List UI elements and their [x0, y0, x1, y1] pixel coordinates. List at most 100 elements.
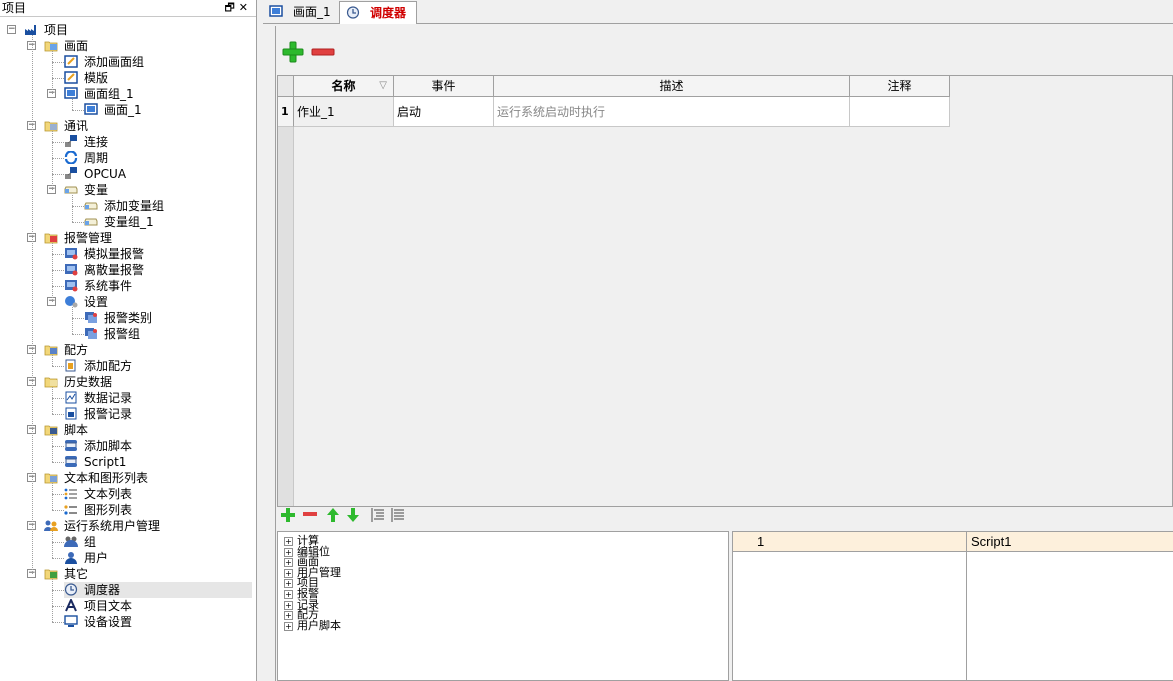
- remove-function-button[interactable]: [302, 512, 318, 517]
- tree-item[interactable]: Script1: [64, 454, 252, 470]
- column-header-event[interactable]: 事件: [394, 76, 494, 97]
- close-icon[interactable]: ✕: [239, 1, 252, 14]
- editor-tabs: 画面_1 调度器: [263, 0, 1173, 24]
- recipe-folder-icon: [44, 345, 58, 356]
- tree-item[interactable]: 数据记录: [64, 390, 252, 406]
- function-category[interactable]: + 用户脚本: [284, 620, 341, 631]
- cell-name[interactable]: 作业_1: [294, 97, 394, 127]
- tree-item[interactable]: 画面: [44, 38, 252, 54]
- tree-connector: [52, 510, 64, 511]
- tree-item[interactable]: 变量组_1: [84, 214, 252, 230]
- tree-connector: [72, 110, 84, 111]
- alarm-group-icon: [85, 328, 97, 339]
- script-icon: [65, 456, 77, 467]
- tree-item-label: 报警管理: [64, 231, 113, 245]
- sort-filter-icon[interactable]: ▽: [379, 76, 387, 96]
- function-index: 1: [733, 532, 967, 552]
- tree-item[interactable]: 添加配方: [64, 358, 252, 374]
- tree-item[interactable]: 添加画面组: [64, 54, 252, 70]
- tree-item[interactable]: 通讯: [44, 118, 252, 134]
- grid-corner: [278, 76, 294, 97]
- move-down-button[interactable]: [346, 507, 360, 523]
- cell-description[interactable]: 运行系统启动时执行: [494, 97, 850, 127]
- tree-item[interactable]: 报警类别: [84, 310, 252, 326]
- tree-expander[interactable]: −: [7, 25, 16, 34]
- function-name[interactable]: Script1: [967, 532, 1173, 552]
- tab-scheduler[interactable]: 调度器: [339, 1, 417, 24]
- remove-job-button[interactable]: [311, 48, 335, 56]
- function-list-divider: [733, 552, 967, 680]
- expand-all-icon[interactable]: [390, 507, 406, 523]
- tree-item[interactable]: 报警管理: [44, 230, 252, 246]
- tree-item[interactable]: 图形列表: [64, 502, 252, 518]
- communication-folder-icon: [44, 121, 58, 132]
- tree-guide-line: [52, 579, 53, 622]
- tree-item-label: OPCUA: [84, 167, 127, 181]
- tree-item[interactable]: 文本列表: [64, 486, 252, 502]
- tree-guide-line: [72, 195, 73, 222]
- tree-connector: [52, 542, 64, 543]
- float-window-icon[interactable]: 🗗: [224, 1, 238, 14]
- add-script-icon: [65, 440, 77, 451]
- tree-item-label: 组: [84, 535, 97, 549]
- tree-item[interactable]: 运行系统用户管理: [44, 518, 252, 534]
- add-recipe-icon: [65, 359, 76, 372]
- tree-item-label: 文本和图形列表: [64, 471, 149, 485]
- cell-comment[interactable]: [850, 97, 950, 127]
- column-header-description[interactable]: 描述: [494, 76, 850, 97]
- tree-item[interactable]: 配方: [44, 342, 252, 358]
- factory-icon: [25, 25, 36, 35]
- tree-item-label: 配方: [64, 343, 89, 357]
- add-screen-icon: [64, 55, 78, 68]
- data-log-icon: [65, 391, 77, 404]
- scheduler-grid: 名称 ▽ 事件 描述 注释 1 作业_1 启动 运行系统启动时执行: [277, 75, 1173, 507]
- tree-connector: [52, 142, 64, 143]
- tree-item[interactable]: 系统事件: [64, 278, 252, 294]
- tree-item[interactable]: 周期: [64, 150, 252, 166]
- collapse-all-icon[interactable]: [370, 507, 386, 523]
- tree-item[interactable]: 组: [64, 534, 252, 550]
- tree-item-label: Script1: [84, 455, 127, 469]
- tree-item[interactable]: 画面_1: [84, 102, 252, 118]
- graphic-list-icon: [64, 505, 77, 515]
- tree-item[interactable]: 用户: [64, 550, 252, 566]
- tree-item[interactable]: 项目: [24, 22, 252, 38]
- tree-item[interactable]: 调度器: [64, 582, 252, 598]
- tree-item[interactable]: 模拟量报警: [64, 246, 252, 262]
- tree-item[interactable]: 设置: [64, 294, 252, 310]
- tree-item[interactable]: 变量: [64, 182, 252, 198]
- tree-item[interactable]: 添加脚本: [64, 438, 252, 454]
- tree-connector: [52, 446, 64, 447]
- add-job-button[interactable]: [282, 41, 304, 63]
- function-category-label: 用户脚本: [297, 618, 341, 632]
- tree-item[interactable]: 添加变量组: [84, 198, 252, 214]
- add-function-button[interactable]: [280, 507, 296, 523]
- tree-item-label: 添加脚本: [84, 439, 133, 453]
- screen-icon: [269, 5, 283, 17]
- column-header-comment[interactable]: 注释: [850, 76, 950, 97]
- user-group-icon: [64, 536, 78, 547]
- function-list: 1 Script1: [732, 531, 1173, 681]
- tree-item[interactable]: 其它: [44, 566, 252, 582]
- tree-guide-line: [52, 531, 53, 558]
- tree-item[interactable]: 画面组_1: [64, 86, 252, 102]
- tree-item[interactable]: 历史数据: [44, 374, 252, 390]
- tree-item[interactable]: 离散量报警: [64, 262, 252, 278]
- tree-connector: [52, 286, 64, 287]
- column-header-name[interactable]: 名称 ▽: [294, 76, 394, 97]
- tree-item[interactable]: 报警记录: [64, 406, 252, 422]
- tree-item[interactable]: 报警组: [84, 326, 252, 342]
- cell-event[interactable]: 启动: [394, 97, 494, 127]
- tree-item[interactable]: 文本和图形列表: [44, 470, 252, 486]
- tree-item[interactable]: 连接: [64, 134, 252, 150]
- tree-item[interactable]: OPCUA: [64, 166, 252, 182]
- tab-screen-1[interactable]: 画面_1: [263, 1, 339, 23]
- tree-item[interactable]: 项目文本: [64, 598, 252, 614]
- tree-item[interactable]: 脚本: [44, 422, 252, 438]
- opcua-icon: [65, 167, 77, 179]
- tree-item[interactable]: 模版: [64, 70, 252, 86]
- tree-item[interactable]: 设备设置: [64, 614, 252, 630]
- move-up-button[interactable]: [326, 507, 340, 523]
- expand-plus-icon[interactable]: +: [284, 621, 293, 631]
- tree-guide-line: [72, 99, 73, 110]
